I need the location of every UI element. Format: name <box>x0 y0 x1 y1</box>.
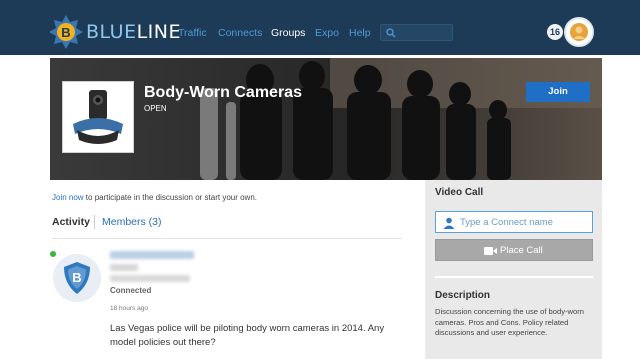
group-status: OPEN <box>144 104 167 113</box>
post-author-name-blurred[interactable] <box>110 251 194 259</box>
place-call-button[interactable]: Place Call <box>435 239 593 261</box>
user-avatar[interactable] <box>564 17 594 47</box>
group-image <box>62 81 134 153</box>
person-icon <box>443 217 455 229</box>
post-avatar[interactable]: B <box>53 254 101 302</box>
video-call-heading: Video Call <box>435 187 484 198</box>
nav-expo[interactable]: Expo <box>315 27 339 39</box>
connect-name-input[interactable]: Type a Connect name <box>435 211 593 233</box>
tab-activity[interactable]: Activity <box>52 216 90 228</box>
nav-help[interactable]: Help <box>349 27 371 39</box>
nav-groups[interactable]: Groups <box>271 27 305 39</box>
post-timestamp: 18 hours ago <box>110 305 148 312</box>
description-heading: Description <box>435 290 491 301</box>
app-logo[interactable]: BLUELINE <box>86 21 181 43</box>
search-icon <box>386 28 396 38</box>
tab-members[interactable]: Members (3) <box>102 216 162 228</box>
svg-text:B: B <box>72 270 81 285</box>
post-author-agency-blurred <box>110 275 190 282</box>
notification-badge[interactable]: 16 <box>547 24 563 40</box>
tab-divider <box>94 215 95 229</box>
nav-traffic[interactable]: Traffic <box>178 27 207 39</box>
join-group-button[interactable]: Join <box>526 82 590 102</box>
join-now-link[interactable]: Join now <box>52 193 84 202</box>
search-input[interactable] <box>380 24 453 41</box>
svg-text:B: B <box>61 25 70 40</box>
place-call-label: Place Call <box>500 245 543 256</box>
description-body: Discussion concerning the use of body-wo… <box>435 307 585 337</box>
post-author-detail-blurred <box>110 264 138 271</box>
connect-name-placeholder: Type a Connect name <box>460 217 553 228</box>
blueline-badge-icon[interactable]: B <box>48 14 84 50</box>
connection-status: Connected <box>110 286 152 295</box>
group-title: Body-Worn Cameras <box>144 84 302 101</box>
post-body: Las Vegas police will be piloting body w… <box>110 323 385 348</box>
tabs-divider <box>52 238 402 239</box>
sidebar-divider <box>435 276 593 278</box>
video-camera-icon <box>484 247 497 255</box>
nav-connects[interactable]: Connects <box>218 27 262 39</box>
join-prompt: Join now to participate in the discussio… <box>52 193 257 202</box>
